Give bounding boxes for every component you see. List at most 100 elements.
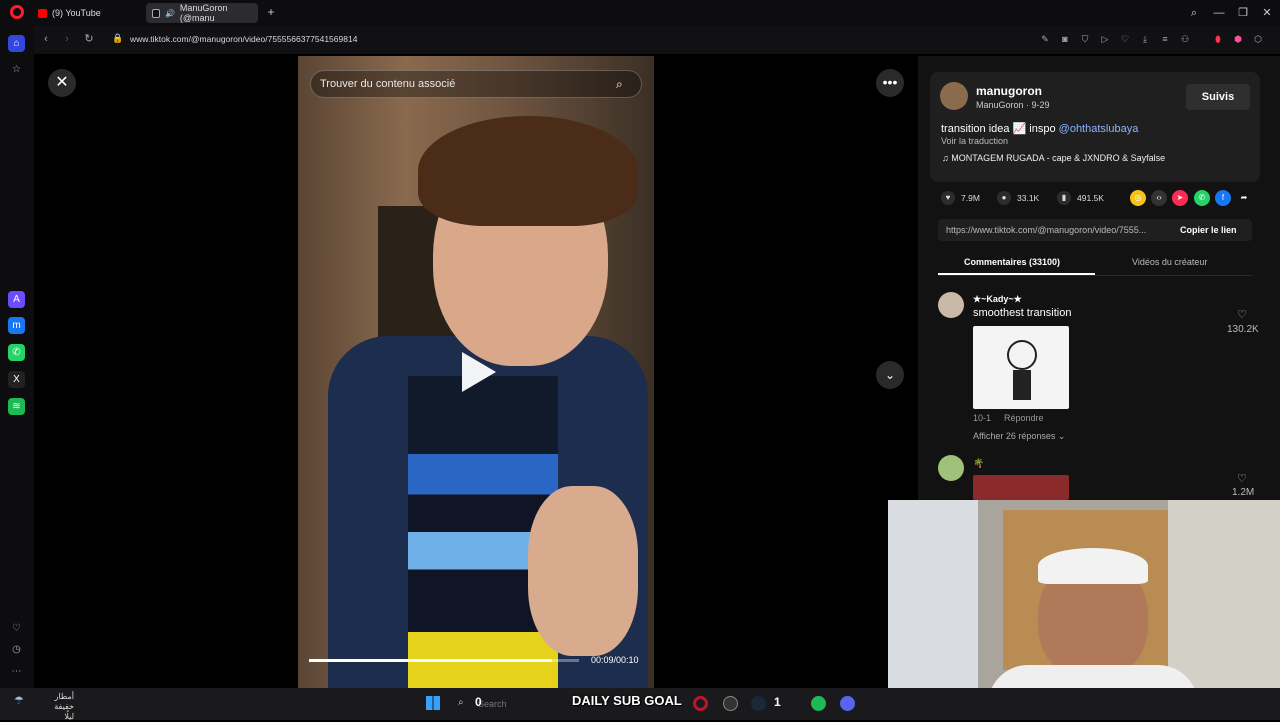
menu-icon[interactable]: ≡ bbox=[1159, 33, 1171, 45]
back-button[interactable]: ‹ bbox=[39, 32, 53, 46]
weather-icon[interactable]: ☂ bbox=[14, 694, 24, 707]
spotify-icon[interactable]: ≋ bbox=[8, 398, 25, 415]
reload-button[interactable]: ↻ bbox=[82, 32, 96, 46]
play-icon[interactable]: ▷ bbox=[1099, 33, 1111, 45]
post-description: transition idea 📈 inspo @ohthatslubaya bbox=[941, 122, 1138, 135]
aria-icon[interactable]: A bbox=[8, 291, 25, 308]
history-icon[interactable]: ◷ bbox=[8, 641, 25, 658]
camera-icon[interactable]: ◙ bbox=[1059, 33, 1071, 45]
heart-icon[interactable]: ♡ bbox=[1237, 472, 1247, 485]
forward-button[interactable]: › bbox=[60, 32, 74, 46]
tab-youtube[interactable]: (9) YouTube bbox=[32, 3, 144, 23]
comment-stat[interactable]: ● 33.1K bbox=[997, 191, 1039, 205]
author-username[interactable]: manugoron bbox=[976, 84, 1042, 98]
comment-icon: ● bbox=[997, 191, 1011, 205]
steam-icon[interactable] bbox=[751, 696, 766, 711]
author-subline: ManuGoron · 9-29 bbox=[976, 100, 1050, 110]
youtube-icon bbox=[38, 8, 47, 18]
whatsapp-icon[interactable]: ✆ bbox=[8, 344, 25, 361]
show-replies-button[interactable]: Afficher 26 réponses ⌄ bbox=[973, 431, 1065, 442]
comment-count: 33.1K bbox=[1017, 193, 1040, 203]
new-tab-button[interactable]: + bbox=[265, 6, 277, 18]
home-icon[interactable]: ⌂ bbox=[8, 35, 25, 52]
extension-red-icon[interactable]: ⬮ bbox=[1212, 33, 1224, 45]
opera-logo-icon[interactable] bbox=[10, 5, 24, 19]
comment-avatar[interactable] bbox=[938, 455, 964, 481]
translate-link[interactable]: Voir la traduction bbox=[941, 136, 1008, 146]
follow-button[interactable]: Suivis bbox=[1186, 84, 1250, 110]
spotify-icon[interactable] bbox=[811, 696, 826, 711]
avatar[interactable] bbox=[940, 82, 968, 110]
comment-sticker-image[interactable] bbox=[973, 326, 1069, 409]
tab-tiktok[interactable]: 🔊 ManuGoron (@manu bbox=[146, 3, 258, 23]
obs-icon[interactable] bbox=[723, 696, 738, 711]
save-stat[interactable]: ▮ 491.5K bbox=[1057, 191, 1104, 205]
weather-sub: ليلًا bbox=[64, 712, 74, 721]
more-icon[interactable]: ⋯ bbox=[8, 663, 25, 680]
embed-icon[interactable]: ‹› bbox=[1151, 190, 1167, 206]
facebook-icon[interactable]: f bbox=[1215, 190, 1231, 206]
comment-image[interactable] bbox=[973, 475, 1069, 500]
music-link[interactable]: ♫ MONTAGEM RUGADA - cape & JXNDRO & Sayf… bbox=[942, 153, 1165, 163]
heart-icon[interactable]: ♡ bbox=[1119, 33, 1131, 45]
video-progress-bar[interactable] bbox=[309, 659, 579, 662]
post-link[interactable]: https://www.tiktok.com/@manugoron/video/… bbox=[946, 225, 1146, 235]
search-tabs-icon[interactable]: ⌕ bbox=[1186, 5, 1202, 21]
address-bar: ‹ › ↻ 🔒 www.tiktok.com/@manugoron/video/… bbox=[34, 26, 1280, 54]
maximize-button[interactable]: ❐ bbox=[1235, 5, 1251, 21]
close-icon[interactable]: ✕ bbox=[48, 69, 76, 97]
browser-tab-bar: (9) YouTube 🔊 ManuGoron (@manu + ⌕ — ❐ ✕ bbox=[0, 0, 1280, 26]
weather-label: أمطار خفيفة bbox=[54, 692, 74, 711]
webcam-overlay bbox=[888, 500, 1280, 720]
heart-icon[interactable]: ♡ bbox=[8, 620, 25, 637]
profile-icon[interactable]: ⚇ bbox=[1179, 33, 1191, 45]
comment-likes: 1.2M bbox=[1232, 487, 1255, 498]
edit-icon[interactable]: ✎ bbox=[1039, 33, 1051, 45]
sticker-figure bbox=[1007, 340, 1037, 370]
heart-icon[interactable]: ♡ bbox=[1237, 308, 1247, 321]
url-field[interactable]: www.tiktok.com/@manugoron/video/75555663… bbox=[130, 34, 357, 44]
mention-link[interactable]: @ohthatslubaya bbox=[1059, 123, 1139, 135]
copy-link-button[interactable]: Copier le lien bbox=[1180, 225, 1237, 235]
x-icon[interactable]: X bbox=[8, 371, 25, 388]
whatsapp-icon[interactable]: ✆ bbox=[1194, 190, 1210, 206]
messenger-icon[interactable]: m bbox=[8, 317, 25, 334]
star-icon[interactable]: ☆ bbox=[8, 61, 25, 78]
play-icon[interactable] bbox=[462, 352, 496, 392]
comment-author[interactable]: ★~Kady~★ bbox=[973, 294, 1022, 305]
shield-icon[interactable]: ⛉ bbox=[1079, 33, 1091, 45]
video-hair bbox=[418, 116, 638, 226]
coin-icon[interactable]: ◎ bbox=[1130, 190, 1146, 206]
send-icon[interactable]: ➤ bbox=[1172, 190, 1188, 206]
save-count: 491.5K bbox=[1077, 193, 1104, 203]
close-window-button[interactable]: ✕ bbox=[1259, 5, 1275, 21]
tab-tiktok-label: ManuGoron (@manu bbox=[179, 3, 228, 23]
post-description-text: transition idea 📈 inspo bbox=[941, 123, 1059, 135]
tiktok-icon bbox=[152, 8, 160, 18]
video-progress-fill bbox=[309, 659, 552, 662]
opera-taskbar-icon[interactable] bbox=[693, 696, 708, 711]
minimize-button[interactable]: — bbox=[1211, 5, 1227, 21]
webcam-cap bbox=[1038, 548, 1148, 584]
comment-text: smoothest transition bbox=[973, 307, 1072, 319]
like-stat[interactable]: ♥ 7.9M bbox=[941, 191, 980, 205]
comment-likes: 130.2K bbox=[1227, 324, 1259, 335]
discord-icon[interactable] bbox=[840, 696, 855, 711]
share-arrow-icon[interactable]: ➦ bbox=[1236, 190, 1252, 206]
next-video-button[interactable]: ⌄ bbox=[876, 361, 904, 389]
download-icon[interactable]: ⤓ bbox=[1139, 33, 1151, 45]
tab-creator-videos[interactable]: Vidéos du créateur bbox=[1132, 257, 1207, 267]
more-options-button[interactable]: ••• bbox=[876, 69, 904, 97]
tab-comments[interactable]: Commentaires (33100) bbox=[964, 257, 1060, 267]
reply-button[interactable]: Répondre bbox=[1004, 413, 1044, 423]
tab-divider bbox=[938, 275, 1252, 276]
extension-icon[interactable]: ⬡ bbox=[1252, 33, 1264, 45]
weather-widget[interactable]: أمطار خفيفة ليلًا bbox=[34, 692, 74, 722]
taskbar-search[interactable]: Search bbox=[478, 699, 507, 709]
search-icon[interactable]: ⌕ bbox=[616, 77, 623, 92]
comment-avatar[interactable] bbox=[938, 292, 964, 318]
comment-author[interactable]: 🌴 bbox=[973, 458, 984, 469]
extension-pink-icon[interactable]: ⬢ bbox=[1232, 33, 1244, 45]
windows-start-icon[interactable] bbox=[426, 696, 440, 710]
search-icon[interactable]: ⌕ bbox=[458, 697, 464, 708]
